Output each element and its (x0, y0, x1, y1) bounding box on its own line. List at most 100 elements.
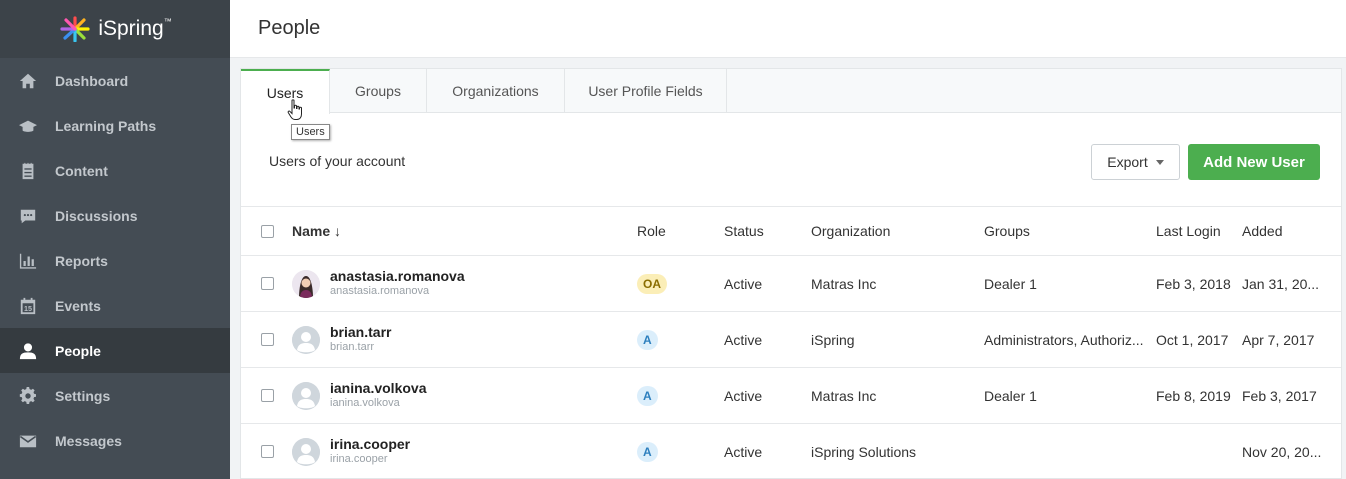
ispring-logo-icon (60, 16, 90, 42)
sidebar-item-events[interactable]: 15 Events (0, 283, 230, 328)
svg-text:15: 15 (24, 303, 32, 312)
avatar (292, 437, 320, 466)
user-name-block: ianina.volkova ianina.volkova (330, 380, 426, 411)
organization-cell: Matras Inc (811, 387, 877, 404)
user-login: brian.tarr (330, 340, 375, 353)
select-all-checkbox[interactable] (261, 224, 274, 238)
column-header-groups[interactable]: Groups (984, 207, 1154, 255)
calendar-icon: 15 (18, 296, 38, 316)
sidebar-item-label: Messages (55, 432, 122, 449)
chat-icon (18, 206, 38, 226)
table-row[interactable]: anastasia.romanova anastasia.romanova OA… (241, 255, 1341, 311)
organization-cell: iSpring Solutions (811, 443, 917, 460)
avatar (292, 325, 320, 354)
column-header-status[interactable]: Status (724, 207, 804, 255)
people-panel: Users Groups Organizations User Profile … (240, 68, 1342, 479)
section-subtitle: Users of your account (269, 153, 406, 169)
table-row[interactable]: irina.cooper irina.cooper A Active iSpri… (241, 423, 1341, 479)
sidebar-item-label: Discussions (55, 207, 138, 224)
sidebar-item-discussions[interactable]: Discussions (0, 193, 230, 238)
row-checkbox-cell (261, 256, 275, 311)
user-login: anastasia.romanova (330, 284, 430, 297)
role-cell: A (637, 424, 707, 479)
user-name-cell: anastasia.romanova anastasia.romanova (292, 256, 622, 311)
default-avatar-icon (292, 381, 320, 410)
sidebar-item-settings[interactable]: Settings (0, 373, 230, 418)
page-title: People (258, 17, 321, 39)
role-badge: A (637, 441, 658, 462)
graduation-cap-icon (18, 116, 38, 136)
sidebar: iSpring™ Dashboard Learning Paths Conten… (0, 0, 230, 479)
sidebar-item-learning-paths[interactable]: Learning Paths (0, 103, 230, 148)
sidebar-item-messages[interactable]: Messages (0, 418, 230, 463)
role-badge: A (637, 329, 658, 350)
tab-user-profile-fields[interactable]: User Profile Fields (565, 69, 727, 113)
user-name-cell: brian.tarr brian.tarr (292, 312, 622, 367)
logo-text: iSpring™ (98, 17, 172, 40)
sidebar-item-label: Learning Paths (55, 117, 157, 134)
user-name[interactable]: anastasia.romanova (330, 268, 465, 284)
home-icon (18, 71, 38, 91)
main-area: People Users Groups Organizations User P… (230, 0, 1346, 479)
sidebar-item-dashboard[interactable]: Dashboard (0, 58, 230, 103)
added-cell: Feb 3, 2017 (1242, 387, 1317, 404)
groups-cell: Administrators, Authoriz... (984, 331, 1144, 348)
organization-cell: iSpring (811, 331, 855, 348)
user-photo-icon (292, 269, 320, 298)
gear-icon (18, 386, 38, 406)
user-name[interactable]: brian.tarr (330, 324, 391, 340)
table-header-row: Name ↓ Role Status Organization Groups L… (241, 206, 1341, 255)
tab-bar: Users Groups Organizations User Profile … (241, 69, 1341, 114)
user-name-block: irina.cooper irina.cooper (330, 436, 410, 467)
table-row[interactable]: brian.tarr brian.tarr A Active iSpring A… (241, 311, 1341, 367)
sidebar-item-people[interactable]: People (0, 328, 230, 373)
person-icon (18, 341, 38, 361)
organization-cell: Matras Inc (811, 275, 877, 292)
added-cell: Jan 31, 20... (1242, 275, 1320, 292)
column-header-last-login[interactable]: Last Login (1156, 207, 1242, 255)
sidebar-item-label: Settings (55, 387, 111, 404)
envelope-icon (18, 431, 38, 451)
groups-cell (984, 424, 1154, 479)
column-header-added[interactable]: Added (1242, 207, 1334, 255)
add-new-user-button[interactable]: Add New User (1188, 144, 1320, 180)
row-checkbox[interactable] (261, 277, 274, 290)
last-login-cell: Feb 8, 2019 (1156, 387, 1231, 404)
groups-cell: Dealer 1 (984, 275, 1037, 292)
last-login-cell: Feb 3, 2018 (1156, 275, 1231, 292)
role-cell: A (637, 312, 707, 367)
sidebar-item-label: People (55, 342, 101, 359)
column-header-role[interactable]: Role (637, 207, 707, 255)
column-header-organization[interactable]: Organization (811, 207, 981, 255)
tab-users[interactable]: Users (241, 69, 330, 114)
row-checkbox[interactable] (261, 445, 274, 458)
user-name[interactable]: ianina.volkova (330, 380, 426, 396)
table-row[interactable]: ianina.volkova ianina.volkova A Active M… (241, 367, 1341, 423)
last-login-cell (1156, 424, 1242, 479)
status-cell: Active (724, 331, 763, 348)
export-label: Export (1107, 154, 1148, 170)
sidebar-item-label: Content (55, 162, 108, 179)
sidebar-item-label: Dashboard (55, 72, 129, 89)
row-checkbox[interactable] (261, 389, 274, 402)
added-cell: Apr 7, 2017 (1242, 331, 1315, 348)
status-cell: Active (724, 387, 763, 404)
bar-chart-icon (18, 251, 38, 271)
export-button[interactable]: Export (1091, 144, 1180, 180)
row-checkbox-cell (261, 312, 275, 367)
sidebar-item-reports[interactable]: Reports (0, 238, 230, 283)
sidebar-item-label: Events (55, 297, 101, 314)
caret-down-icon (1155, 159, 1164, 165)
users-toolbar: Users of your account Export Add New Use… (241, 113, 1341, 206)
user-name[interactable]: irina.cooper (330, 436, 410, 452)
default-avatar-icon (292, 437, 320, 466)
avatar (292, 381, 320, 410)
user-login: irina.cooper (330, 452, 388, 465)
ispring-logo[interactable]: iSpring™ (0, 0, 230, 58)
notebook-icon (18, 161, 38, 181)
sidebar-item-content[interactable]: Content (0, 148, 230, 193)
row-checkbox[interactable] (261, 333, 274, 346)
tab-organizations[interactable]: Organizations (427, 69, 565, 113)
column-header-name[interactable]: Name ↓ (292, 207, 622, 255)
tab-groups[interactable]: Groups (330, 69, 427, 113)
